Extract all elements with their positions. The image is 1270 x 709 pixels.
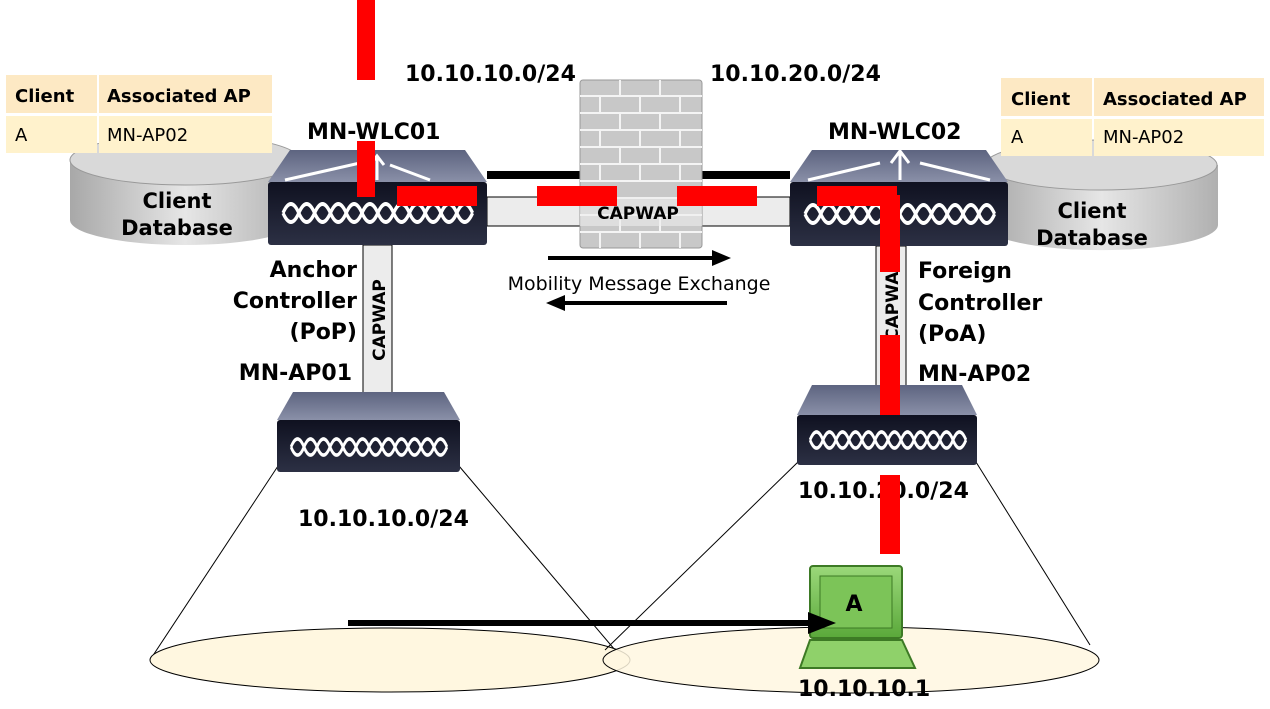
red-mark: [880, 195, 900, 272]
database-label-left-1: Client: [142, 189, 211, 213]
red-mark: [537, 186, 617, 206]
red-mark: [357, 0, 375, 80]
red-mark: [397, 186, 477, 206]
table-cell-ap: MN-AP02: [1103, 127, 1184, 148]
client-name: A: [845, 592, 862, 617]
client-ip: 10.10.10.1: [798, 677, 930, 702]
client-table-right: Client Associated AP A MN-AP02: [1001, 78, 1264, 156]
table-cell-client: A: [1011, 127, 1024, 148]
database-label-right-1: Client: [1057, 199, 1126, 223]
table-header-client: Client: [1011, 89, 1071, 110]
subnet-label-left-top: 10.10.10.0/24: [405, 62, 576, 87]
network-diagram: Client Database Client Database Client A…: [6, 0, 1264, 702]
wlc01-role-2: Controller: [233, 289, 357, 314]
capwap-label-left: CAPWAP: [370, 279, 390, 361]
subnet-label-right-top: 10.10.20.0/24: [710, 62, 881, 87]
mobility-arrow-right: [548, 250, 731, 266]
wlc02-role-3: (PoA): [918, 322, 986, 347]
table-header-ap: Associated AP: [107, 86, 251, 107]
red-mark: [880, 335, 900, 415]
mobility-arrow-left: [546, 295, 727, 311]
capwap-label-top: CAPWAP: [597, 204, 679, 224]
table-cell-ap: MN-AP02: [107, 125, 188, 146]
red-mark: [880, 475, 900, 554]
client-table-left: Client Associated AP A MN-AP02: [6, 75, 272, 153]
ap02-name: MN-AP02: [918, 362, 1031, 387]
coverage-ap01: [149, 465, 631, 693]
wlc01-role-3: (PoP): [290, 320, 357, 345]
ap01-device-icon: [277, 392, 460, 472]
red-mark: [677, 186, 757, 206]
wlc02-role-2: Controller: [918, 291, 1042, 316]
mobility-label: Mobility Message Exchange: [508, 273, 771, 295]
red-mark: [357, 141, 375, 197]
ap01-name: MN-AP01: [239, 361, 352, 386]
wlc02-role-1: Foreign: [918, 259, 1012, 284]
table-header-ap: Associated AP: [1103, 89, 1247, 110]
wlc02-name: MN-WLC02: [828, 120, 962, 145]
table-cell-client: A: [15, 125, 28, 146]
database-label-right-2: Database: [1036, 226, 1148, 250]
table-header-client: Client: [15, 86, 75, 107]
database-label-left-2: Database: [121, 216, 233, 240]
wlc01-role-1: Anchor: [270, 258, 358, 283]
subnet-label-ap01: 10.10.10.0/24: [298, 507, 469, 532]
